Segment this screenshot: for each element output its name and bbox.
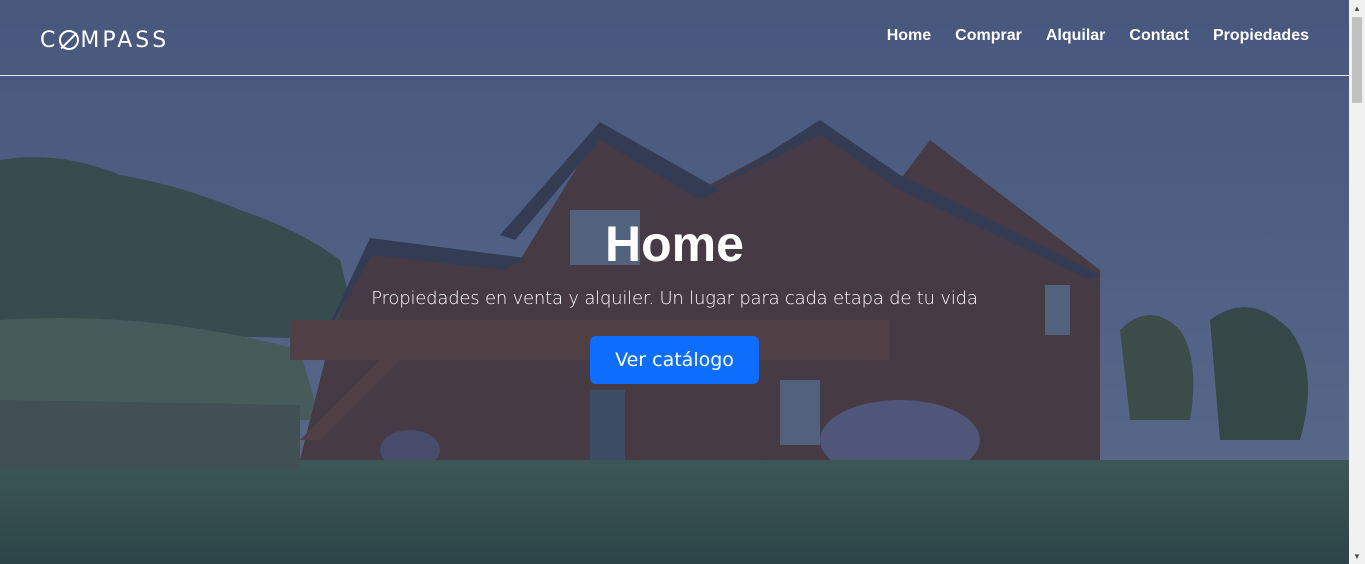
logo-text-suffix: MPASS [80, 27, 170, 53]
site-header: C MPASS Home Comprar Alquilar Contact Pr… [0, 0, 1349, 76]
hero-section: Home Propiedades en venta y alquiler. Un… [0, 210, 1349, 384]
nav-link-propiedades[interactable]: Propiedades [1213, 27, 1309, 45]
page-scrollbar[interactable]: ▲ ▼ [1349, 0, 1365, 564]
view-catalog-button[interactable]: Ver catálogo [590, 336, 759, 384]
scroll-up-arrow-icon[interactable]: ▲ [1349, 0, 1365, 16]
hero-title: Home [605, 216, 744, 272]
nav-link-home[interactable]: Home [887, 27, 931, 45]
nav-link-contact[interactable]: Contact [1129, 27, 1189, 45]
nav-link-alquilar[interactable]: Alquilar [1046, 27, 1106, 45]
page: C MPASS Home Comprar Alquilar Contact Pr… [0, 0, 1365, 564]
scroll-down-arrow-icon[interactable]: ▼ [1349, 548, 1365, 564]
nav-link-comprar[interactable]: Comprar [955, 27, 1022, 45]
compass-logo[interactable]: C MPASS [40, 27, 169, 53]
logo-compass-o-icon [59, 30, 80, 50]
scrollbar-thumb[interactable] [1352, 17, 1362, 103]
hero-subtitle: Propiedades en venta y alquiler. Un luga… [371, 288, 978, 309]
main-nav: Home Comprar Alquilar Contact Propiedade… [887, 27, 1309, 45]
logo-text-prefix: C [40, 27, 59, 53]
